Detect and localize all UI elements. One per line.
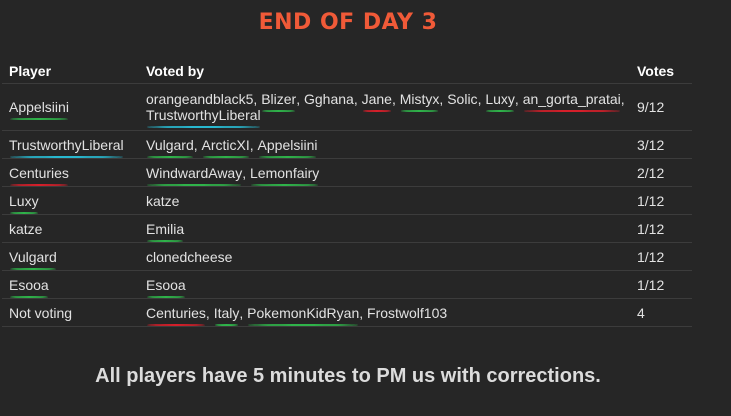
table-row: TrustworthyLiberal Vulgard, ArcticXI, App… — [2, 130, 692, 159]
voter-name: Lemonfairy — [250, 164, 320, 186]
player-name: Esooa — [9, 276, 49, 298]
column-header-player: Player — [2, 59, 139, 84]
vote-count: 4 — [630, 298, 692, 327]
voter-name: Gghana — [304, 91, 354, 107]
voter-name: Emilia — [146, 220, 185, 242]
player-cell: TrustworthyLiberal — [2, 130, 139, 159]
voter-name: Luxy — [485, 91, 515, 112]
vote-count: 1/12 — [630, 214, 692, 243]
vote-count: 9/12 — [630, 83, 692, 131]
player-cell: Luxy — [2, 186, 139, 215]
voter-name: PokemonKidRyan — [247, 304, 360, 326]
vote-rows: Appelsiini orangeandblack5, Blizer, Gghan… — [2, 83, 692, 327]
voter-name: Jane — [361, 91, 392, 112]
player-name: TrustworthyLiberal — [9, 136, 124, 158]
player-name: Vulgard — [9, 248, 57, 270]
voted-by-cell: Esooa — [139, 270, 630, 299]
table-header-row: Player Voted by Votes — [2, 59, 692, 84]
voter-name: Italy — [213, 304, 240, 326]
voter-name: Blizer — [261, 91, 297, 112]
vote-count: 1/12 — [630, 242, 692, 271]
player-name: Appelsiini — [9, 99, 69, 120]
voter-name: orangeandblack5 — [146, 91, 254, 107]
voter-name: Vulgard — [146, 136, 194, 158]
player-cell: Appelsiini — [2, 83, 139, 131]
column-header-votes: Votes — [630, 59, 692, 84]
voter-name: Appelsiini — [257, 136, 318, 158]
vote-tally-table: Player Voted by Votes Appelsiini orangean… — [2, 59, 692, 327]
voted-by-cell: katze — [139, 186, 630, 215]
player-name: Luxy — [9, 192, 39, 214]
vote-count: 1/12 — [630, 186, 692, 215]
table-row: Luxy katze 1/12 — [2, 186, 692, 215]
player-name: Centuries — [9, 164, 69, 186]
vote-count: 3/12 — [630, 130, 692, 159]
player-cell: Vulgard — [2, 242, 139, 271]
player-name: katze — [9, 220, 43, 237]
voter-name: TrustworthyLiberal — [146, 107, 261, 128]
voter-name: Esooa — [146, 276, 186, 298]
table-row: Vulgard clonedcheese 1/12 — [2, 242, 692, 271]
player-cell: Not voting — [2, 298, 139, 327]
voted-by-cell: orangeandblack5, Blizer, Gghana, Jane, M… — [139, 83, 630, 131]
voted-by-cell: Vulgard, ArcticXI, Appelsiini — [139, 130, 630, 159]
player-name: Not voting — [9, 304, 73, 321]
corrections-notice: All players have 5 minutes to PM us with… — [95, 365, 601, 387]
voter-name: Centuries — [146, 304, 206, 326]
player-cell: Esooa — [2, 270, 139, 299]
voter-name: Solic — [447, 91, 478, 107]
voter-name: ArcticXI — [201, 136, 250, 158]
voter-name: Frostwolf103 — [367, 304, 448, 321]
voter-name: clonedcheese — [146, 248, 233, 265]
voter-name: katze — [146, 192, 180, 209]
voter-name: an_gorta_pratai — [522, 91, 621, 112]
table-row: Centuries WindwardAway, Lemonfairy 2/12 — [2, 158, 692, 187]
table-row: Not voting Centuries, Italy, PokemonKidRy… — [2, 298, 692, 327]
voted-by-cell: Emilia — [139, 214, 630, 243]
voter-name: WindwardAway — [146, 164, 243, 186]
column-header-voted-by: Voted by — [139, 59, 630, 84]
table-row: katze Emilia 1/12 — [2, 214, 692, 243]
table-row: Appelsiini orangeandblack5, Blizer, Gghan… — [2, 83, 692, 131]
voted-by-cell: clonedcheese — [139, 242, 630, 271]
player-cell: katze — [2, 214, 139, 243]
vote-count: 2/12 — [630, 158, 692, 187]
page-title: END OF DAY 3 — [258, 10, 438, 35]
vote-count: 1/12 — [630, 270, 692, 299]
table-row: Esooa Esooa 1/12 — [2, 270, 692, 299]
voted-by-cell: WindwardAway, Lemonfairy — [139, 158, 630, 187]
voted-by-cell: Centuries, Italy, PokemonKidRyan, Frostw… — [139, 298, 630, 327]
player-cell: Centuries — [2, 158, 139, 187]
voter-name: Mistyx — [399, 91, 440, 112]
